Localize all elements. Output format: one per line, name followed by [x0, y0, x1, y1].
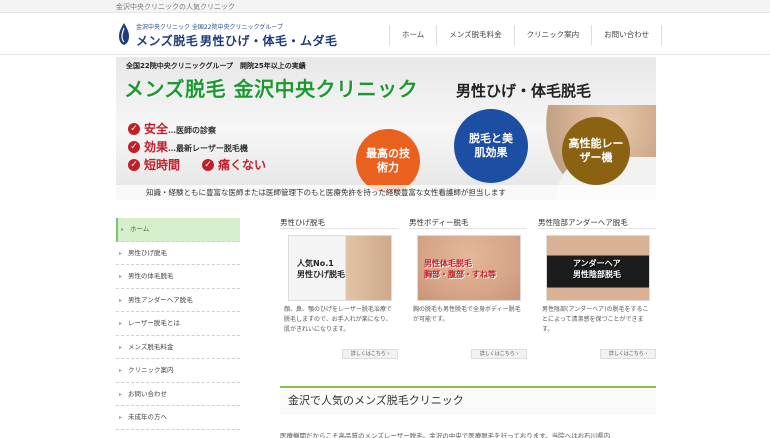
nav-item-clinic[interactable]: クリニック案内 — [515, 25, 593, 45]
card-body: 男性ボディー脱毛 男性体毛脱毛 胸部・腹部・すね等 胸の脱毛も男性脱毛で全身ボデ… — [409, 217, 527, 363]
hero-title: メンズ脱毛 金沢中央クリニック — [124, 77, 419, 101]
sidebar-item-pricing[interactable]: メンズ脱毛料金 — [116, 336, 240, 359]
check-icon: ✓ — [128, 159, 140, 171]
more-details-button[interactable]: 詳しくはこちら › — [471, 349, 527, 359]
card-underhair: 男性陰部アンダーヘア脱毛 アンダーヘア 男性陰部脱毛 男性陰部(アンダーヘア)の… — [538, 217, 656, 363]
hero-feature-safety: 安全…医師の診察 — [144, 122, 217, 136]
sidebar-item-body[interactable]: 男性の体毛脱毛 — [116, 265, 240, 289]
body-paragraph: 医療機関だからこそ高品質のメンズレーザー脱毛。金沢の中央で医療脱毛を行っておりま… — [280, 432, 611, 438]
card-title: 男性ボディー脱毛 — [409, 217, 527, 229]
card-beard: 男性ひげ脱毛 人気No.1 男性ひげ脱毛 顔、鼻、顎のひげをレーザー脱毛治療で脱… — [280, 217, 398, 363]
header: 金沢中央クリニック 全国22院中央クリニックグループ メンズ脱毛 男性ひげ・体毛… — [0, 13, 770, 55]
logo-title-secondary: 男性ひげ・体毛・ムダ毛 — [200, 34, 338, 48]
nav-item-pricing[interactable]: メンズ脱毛料金 — [437, 25, 515, 45]
card-image-body[interactable]: 男性体毛脱毛 胸部・腹部・すね等 — [417, 235, 521, 301]
hero-circle-laser: 高性能レーザー機 — [562, 117, 630, 185]
hero-circle-beauty: 脱毛と美肌効果 — [454, 109, 528, 183]
card-image-caption: アンダーヘア 男性陰部脱毛 — [573, 259, 621, 279]
sidebar-item-beard[interactable]: 男性ひげ脱毛 — [116, 242, 240, 265]
card-image-caption: 男性体毛脱毛 胸部・腹部・すね等 — [424, 259, 496, 279]
sidebar-item-clinic[interactable]: クリニック案内 — [116, 359, 240, 383]
top-bar: 金沢中央クリニックの人気クリニック — [0, 0, 770, 13]
service-cards: 男性ひげ脱毛 人気No.1 男性ひげ脱毛 顔、鼻、顎のひげをレーザー脱毛治療で脱… — [280, 217, 656, 367]
sidebar-item-laser[interactable]: レーザー脱毛とは — [116, 312, 240, 336]
card-description: 顔、鼻、顎のひげをレーザー脱毛治療で脱毛しますので、お手入れが楽になり、肌がきれ… — [284, 306, 392, 333]
hero-feature-effect: 効果…最新レーザー脱毛機 — [144, 140, 248, 154]
hero-feature-short-time: 短時間 — [144, 158, 181, 172]
card-image-beard[interactable]: 人気No.1 男性ひげ脱毛 — [288, 235, 392, 301]
sidebar-item-contact[interactable]: お問い合わせ — [116, 383, 240, 406]
card-title: 男性陰部アンダーヘア脱毛 — [538, 217, 656, 229]
card-description: 胸の脱毛も男性脱毛で全身ボディー脱毛が可能です。 — [413, 306, 521, 323]
hero-top-caption: 全国22院中央クリニックグループ 開院25年以上の実績 — [126, 62, 306, 70]
check-icon: ✓ — [128, 141, 140, 153]
hero-banner: 全国22院中央クリニックグループ 開院25年以上の実績 メンズ脱毛 金沢中央クリ… — [116, 57, 656, 200]
main-nav: ホーム メンズ脱毛料金 クリニック案内 お問い合わせ — [389, 25, 663, 45]
card-title: 男性ひげ脱毛 — [280, 217, 398, 229]
section-heading: 金沢で人気のメンズ脱毛クリニック — [280, 386, 656, 415]
sidebar-nav: ホーム 男性ひげ脱毛 男性の体毛脱毛 男性アンダーヘア脱毛 レーザー脱毛とは メ… — [116, 218, 240, 430]
card-image-caption: 人気No.1 男性ひげ脱毛 — [297, 259, 345, 279]
sidebar-item-underhair[interactable]: 男性アンダーヘア脱毛 — [116, 289, 240, 312]
hero-feature-painless: 痛くない — [218, 158, 267, 172]
logo-subtitle: 金沢中央クリニック 全国22院中央クリニックグループ — [136, 24, 283, 31]
clinic-logo-icon — [119, 23, 129, 45]
site-logo[interactable]: 金沢中央クリニック 全国22院中央クリニックグループ メンズ脱毛 男性ひげ・体毛… — [116, 20, 337, 50]
card-image-underhair[interactable]: アンダーヘア 男性陰部脱毛 — [546, 235, 650, 301]
hero-circle-technique: 最高の技術力 — [356, 129, 420, 193]
check-icon: ✓ — [202, 159, 214, 171]
more-details-button[interactable]: 詳しくはこちら › — [600, 349, 656, 359]
sidebar-item-home[interactable]: ホーム — [116, 218, 240, 242]
check-icon: ✓ — [128, 123, 140, 135]
nav-item-home[interactable]: ホーム — [389, 25, 438, 45]
nav-item-contact[interactable]: お問い合わせ — [592, 25, 663, 45]
hero-subtitle: 男性ひげ・体毛脱毛 — [456, 82, 592, 100]
hero-caption-band: 知識・経験ともに豊富な医師または医師管理下のもと医療免許を持った経験豊富な女性看… — [116, 185, 656, 200]
card-description: 男性陰部(アンダーヘア)の脱毛をすることによって清潔感を保つことができます。 — [542, 306, 649, 333]
logo-title: メンズ脱毛 — [136, 34, 199, 48]
sidebar-item-minors[interactable]: 未成年の方へ — [116, 406, 240, 430]
top-bar-text: 金沢中央クリニックの人気クリニック — [116, 3, 235, 11]
more-details-button[interactable]: 詳しくはこちら › — [342, 349, 398, 359]
